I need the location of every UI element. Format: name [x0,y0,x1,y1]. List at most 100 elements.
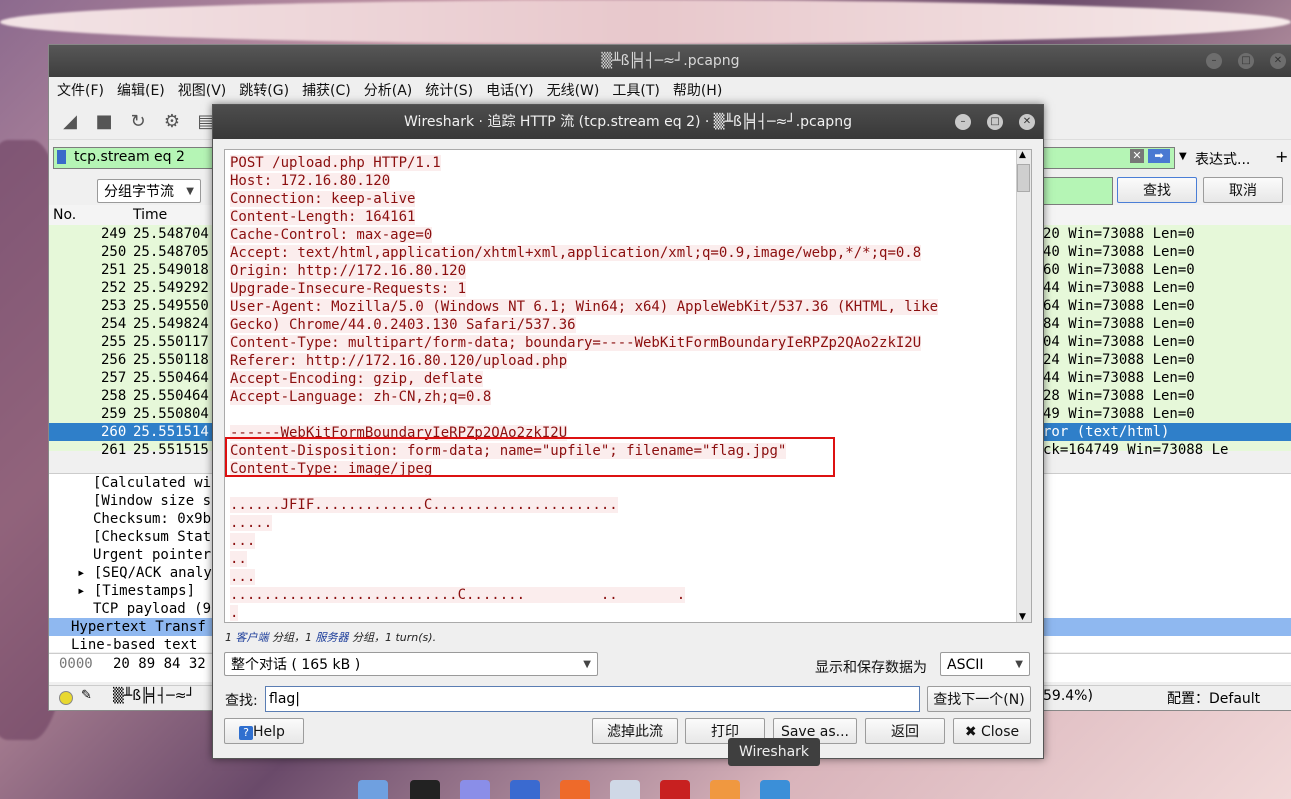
cancel-button[interactable]: 取消 [1203,177,1283,203]
stream-scrollbar[interactable]: ▲ ▼ [1016,150,1031,622]
chevron-down-icon: ▼ [186,186,194,197]
main-window-title: ▒╨ß╠╡┤─≈┘.pcapng [601,53,740,69]
encoding-dropdown[interactable]: ASCII ▼ [940,652,1030,676]
menu-statistics[interactable]: 统计(S) [425,80,473,100]
stream-line: Host: 172.16.80.120 [230,173,391,189]
menu-analyze[interactable]: 分析(A) [364,80,413,100]
menu-file[interactable]: 文件(F) [57,80,104,100]
stream-line: Accept: text/html,application/xhtml+xml,… [230,245,922,261]
stream-line: Origin: http://172.16.80.120 [230,263,467,279]
app-icon[interactable] [710,780,740,799]
stream-line: Content-Length: 164161 [230,209,416,225]
close-dialog-button[interactable]: ✖ Close [953,718,1031,744]
chevron-down-icon: ▼ [1015,659,1023,670]
filter-text: tcp.stream eq 2 [74,149,185,165]
wallpaper-top [0,0,1291,44]
highlight-box [225,437,835,477]
status-profile[interactable]: 配置：Default [1167,688,1260,708]
bookmark-icon[interactable] [57,150,66,164]
find-input[interactable]: flag| [265,686,920,712]
expression-button[interactable]: 表达式... [1195,149,1250,169]
filter-out-button[interactable]: 滤掉此流 [592,718,678,744]
terminal-icon[interactable] [410,780,440,799]
stream-line [230,478,1020,496]
conversation-value: 整个对话 ( 165 kB ) [231,657,361,673]
dialog-title: Wireshark · 追踪 HTTP 流 (tcp.stream eq 2) … [404,114,852,130]
dialog-maximize-button[interactable]: □ [987,114,1003,130]
shark-fin-start-icon[interactable]: ◢ [57,108,83,134]
edit-comment-icon[interactable]: ✎ [81,688,92,703]
tooltip: Wireshark [728,738,820,766]
help-icon: ? [239,726,253,740]
clear-filter-icon[interactable]: ✕ [1130,149,1144,163]
stream-line: Content-Type: multipart/form-data; bound… [230,335,922,351]
stop-capture-icon[interactable]: ■ [91,108,117,134]
dialog-close-icon[interactable]: ✕ [1019,114,1035,130]
status-percent: 59.4%) [1043,688,1093,704]
notes-icon[interactable] [460,780,490,799]
menu-telephony[interactable]: 电话(Y) [486,80,533,100]
menu-capture[interactable]: 捕获(C) [302,80,351,100]
stream-line: Referer: http://172.16.80.120/upload.php [230,353,568,369]
stream-content[interactable]: POST /upload.php HTTP/1.1 Host: 172.16.80… [224,149,1032,623]
wireshark-icon[interactable] [760,780,790,799]
back-button[interactable]: 返回 [865,718,945,744]
menu-wireless[interactable]: 无线(W) [547,80,600,100]
column-time[interactable]: Time [133,205,167,225]
help-button[interactable]: ? Help [224,718,304,744]
pdf-icon[interactable] [660,780,690,799]
stream-line: . [230,605,239,621]
restart-capture-icon[interactable]: ↻ [125,108,151,134]
minimize-button[interactable]: – [1206,53,1222,69]
dialog-minimize-button[interactable]: – [955,114,971,130]
filter-dropdown-icon[interactable]: ▼ [1179,151,1187,162]
search-field-green[interactable] [1043,177,1113,205]
capture-options-icon[interactable]: ⚙ [159,108,185,134]
stream-lines: POST /upload.php HTTP/1.1 Host: 172.16.80… [230,154,1020,622]
sublime-icon[interactable] [560,780,590,799]
hex-bytes[interactable]: 20 89 84 32 [113,654,206,674]
menu-edit[interactable]: 编辑(E) [117,80,165,100]
dialog-titlebar[interactable]: Wireshark · 追踪 HTTP 流 (tcp.stream eq 2) … [213,105,1043,139]
stream-line: Accept-Language: zh-CN,zh;q=0.8 [230,389,492,405]
stream-line: Accept-Encoding: gzip, deflate [230,371,483,387]
stream-line: Cache-Control: max-age=0 [230,227,433,243]
column-no[interactable]: No. [53,205,76,225]
status-indicator-icon[interactable] [59,691,73,705]
find-button[interactable]: 查找 [1117,177,1197,203]
scroll-thumb[interactable] [1017,164,1030,192]
stream-line: Upgrade-Insecure-Requests: 1 [230,281,467,297]
find-label: 查找: [225,693,258,709]
close-icon: ✖ [964,724,982,740]
group-bytes-dropdown[interactable]: 分组字节流 ▼ [97,179,201,203]
hex-offset: 0000 [59,656,93,672]
stream-line: ..... [230,515,273,531]
stream-line: Connection: keep-alive [230,191,416,207]
editor-icon[interactable] [510,780,540,799]
menu-go[interactable]: 跳转(G) [239,80,289,100]
menu-view[interactable]: 视图(V) [178,80,227,100]
maximize-button[interactable]: □ [1238,53,1254,69]
close-button[interactable]: ✕ [1270,53,1286,69]
network-icon[interactable] [610,780,640,799]
main-window-titlebar[interactable]: ▒╨ß╠╡┤─≈┘.pcapng – □ ✕ [49,45,1291,77]
find-next-button[interactable]: 查找下一个(N) [927,686,1031,712]
add-filter-button[interactable]: + [1275,147,1288,166]
stream-line: ...........................C....... .. . [230,587,686,603]
chevron-down-icon: ▼ [583,659,591,670]
menu-help[interactable]: 帮助(H) [673,80,722,100]
folder-icon[interactable] [358,780,388,799]
stream-line: ... [230,569,256,585]
apply-filter-icon[interactable]: ➡ [1148,149,1170,163]
scroll-up-icon[interactable]: ▲ [1019,150,1026,160]
stream-line: ......JFIF.............C................… [230,497,618,513]
menubar: 文件(F) 编辑(E) 视图(V) 跳转(G) 捕获(C) 分析(A) 统计(S… [49,77,1291,103]
menu-tools[interactable]: 工具(T) [612,80,659,100]
status-filename: ▒╨ß╠╡┤─≈┘ [113,688,195,704]
stream-line [230,406,1020,424]
stream-line: User-Agent: Mozilla/5.0 (Windows NT 6.1;… [230,299,939,315]
scroll-down-icon[interactable]: ▼ [1019,612,1026,622]
stream-line: POST /upload.php HTTP/1.1 [230,155,441,171]
conversation-dropdown[interactable]: 整个对话 ( 165 kB ) ▼ [224,652,598,676]
stream-summary: 1 客户端 分组，1 服务器 分组，1 turn(s). [225,631,437,644]
